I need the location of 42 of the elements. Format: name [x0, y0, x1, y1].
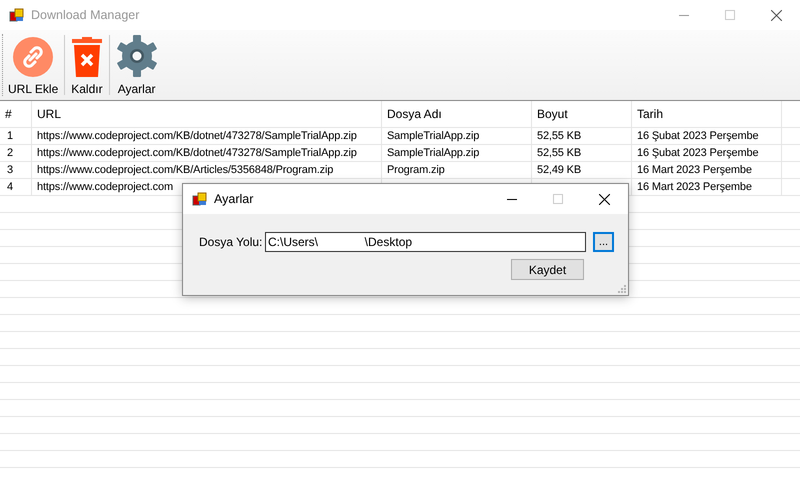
browse-button[interactable]: ... — [593, 232, 614, 252]
table-cell: 1 — [7, 130, 13, 142]
table-cell: https://www.codeproject.com/KB/dotnet/473278/SampleTrialApp.zip — [37, 130, 357, 142]
maximize-icon[interactable] — [553, 194, 563, 204]
table-cell: 16 Mart 2023 Perşembe — [637, 164, 752, 176]
close-icon[interactable] — [771, 10, 782, 20]
path-label: Dosya Yolu: — [199, 235, 264, 249]
table-cell: SampleTrialApp.zip — [387, 130, 480, 142]
table-cell: 16 Mart 2023 Perşembe — [637, 181, 752, 193]
column-header[interactable]: Dosya Adı — [382, 101, 532, 127]
settings-icon — [116, 35, 158, 77]
app-icon — [9, 7, 25, 23]
table-cell: 52,55 KB — [537, 130, 582, 142]
window-title: Download Manager — [31, 8, 140, 22]
column-header[interactable]: # — [0, 101, 32, 127]
column-header[interactable]: Boyut — [532, 101, 632, 127]
maximize-icon[interactable] — [725, 10, 735, 20]
toolbar-button[interactable]: Kaldır — [67, 30, 107, 100]
close-icon[interactable] — [599, 194, 610, 204]
table-cell: 16 Şubat 2023 Perşembe — [637, 147, 758, 159]
table-cell: 52,49 KB — [537, 164, 582, 176]
trash-icon — [72, 37, 102, 77]
table-cell: https://www.codeproject.com — [37, 181, 173, 193]
table-cell: 2 — [7, 147, 13, 159]
path-field[interactable]: C:\Users\ \Desktop — [265, 232, 586, 252]
link-icon — [13, 37, 54, 77]
table-cell: https://www.codeproject.com/KB/dotnet/473278/SampleTrialApp.zip — [37, 147, 357, 159]
table-cell: 4 — [7, 181, 13, 193]
table-cell: SampleTrialApp.zip — [387, 147, 480, 159]
table-cell: 3 — [7, 164, 13, 176]
toolbar-button[interactable]: URL Ekle — [4, 30, 62, 100]
table-cell: 52,55 KB — [537, 147, 582, 159]
resize-grip-icon[interactable] — [618, 285, 626, 293]
column-header[interactable]: URL — [32, 101, 382, 127]
table-cell: https://www.codeproject.com/KB/Articles/5356848/Program.zip — [37, 164, 334, 176]
table-cell: 16 Şubat 2023 Perşembe — [637, 130, 758, 142]
dialog-title: Ayarlar — [214, 192, 254, 206]
table-cell: Program.zip — [387, 164, 445, 176]
column-header[interactable]: Tarih — [632, 101, 782, 127]
toolbar-button[interactable]: Ayarlar — [112, 30, 162, 100]
app-icon — [192, 191, 208, 207]
save-button[interactable]: Kaydet — [511, 259, 584, 280]
